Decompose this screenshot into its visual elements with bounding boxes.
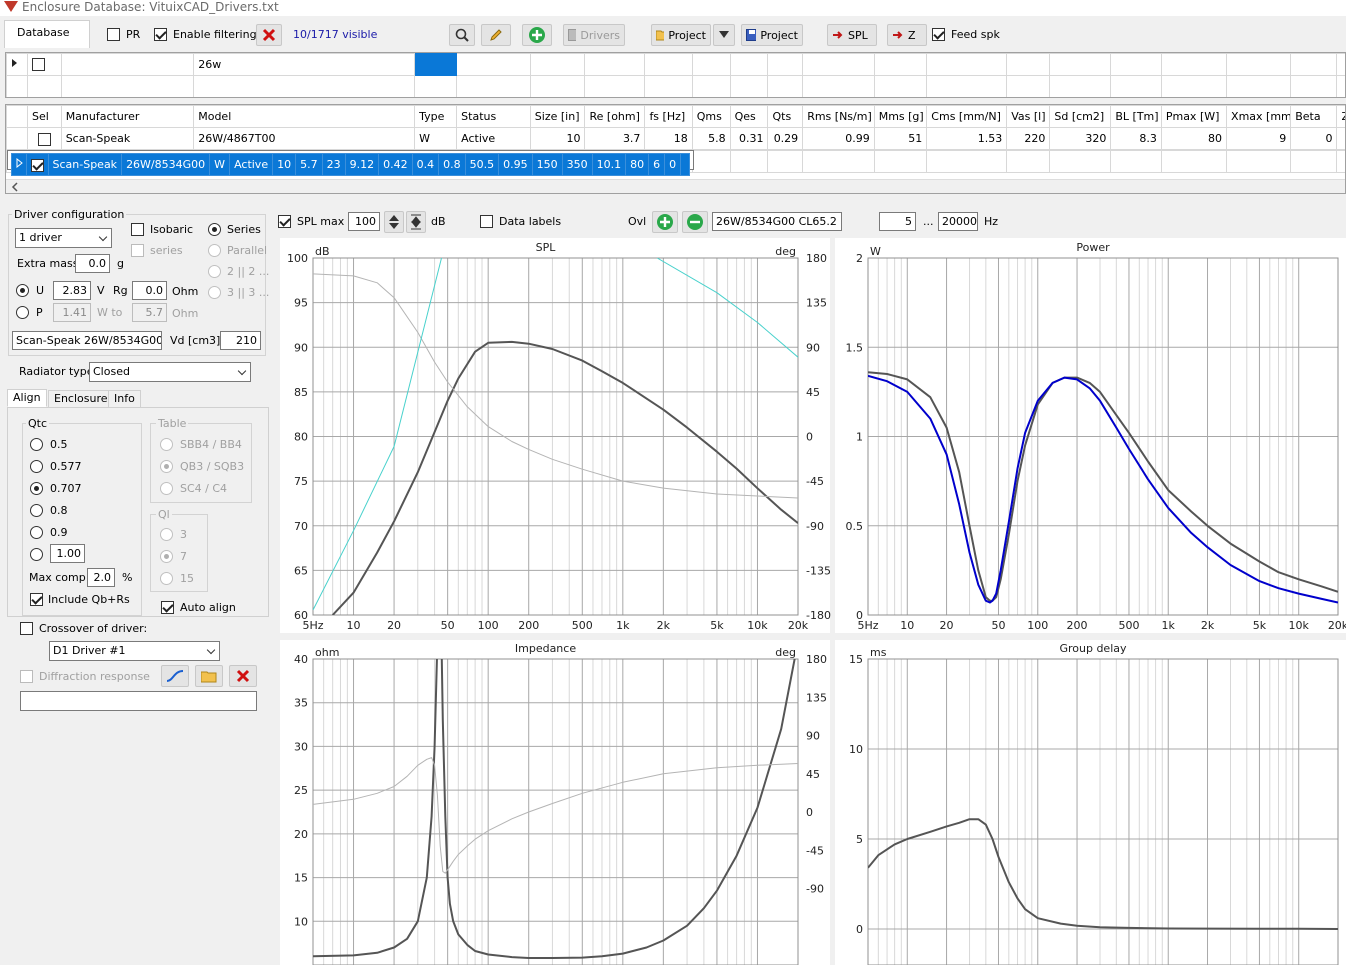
- x-tick-label: 10k: [1289, 619, 1310, 632]
- y2-tick-label: -180: [806, 609, 831, 622]
- y-tick-label: 65: [294, 564, 308, 577]
- y2-tick-label: 90: [806, 730, 820, 743]
- x-tick-label: 20: [940, 619, 954, 632]
- y-tick-label: 15: [294, 872, 308, 885]
- y2-tick-label: -135: [806, 564, 831, 577]
- y-tick-label: 10: [294, 915, 308, 928]
- y-tick-label: 90: [294, 341, 308, 354]
- chart-title: Impedance: [515, 642, 576, 655]
- y2-axis-label: deg: [775, 245, 796, 258]
- x-tick-label: 50: [441, 619, 455, 632]
- y2-tick-label: 90: [806, 341, 820, 354]
- y-tick-label: 5: [856, 833, 863, 846]
- x-tick-label: 10: [347, 619, 361, 632]
- x-tick-label: 20k: [788, 619, 809, 632]
- chart-spl: 100959085807570656018013590450-45-90-135…: [280, 238, 831, 633]
- x-tick-label: 10k: [747, 619, 768, 632]
- x-tick-label: 1k: [1162, 619, 1176, 632]
- y-tick-label: 75: [294, 475, 308, 488]
- y-tick-label: 1.5: [846, 341, 864, 354]
- x-tick-label: 200: [1067, 619, 1088, 632]
- x-tick-label: 500: [572, 619, 593, 632]
- chart-power: 21.510.505Hz 10 20 50 100 200 500 1k 2k 5k 10k 20kP…: [835, 238, 1346, 633]
- y2-tick-label: 45: [806, 386, 820, 399]
- chart-group-delay: 15 10 5 0 Group delay ms: [835, 640, 1346, 965]
- y2-tick-label: 0: [806, 806, 813, 819]
- y2-tick-label: 0: [806, 431, 813, 444]
- y-tick-label: 2: [856, 252, 863, 265]
- y-axis-label: ms: [870, 646, 887, 659]
- x-tick-label: 10: [900, 619, 914, 632]
- x-tick-label: 200: [518, 619, 539, 632]
- y2-tick-label: -90: [806, 520, 824, 533]
- x-tick-label: 2k: [657, 619, 671, 632]
- y2-tick-label: -45: [806, 844, 824, 857]
- x-tick-label: 20: [387, 619, 401, 632]
- x-tick-label: 5Hz: [857, 619, 878, 632]
- x-tick-label: 1k: [616, 619, 630, 632]
- x-tick-label: 20k: [1328, 619, 1346, 632]
- y2-tick-label: 135: [806, 297, 827, 310]
- y-tick-label: 85: [294, 386, 308, 399]
- charts-area: 100959085807570656018013590450-45-90-135…: [280, 238, 1346, 965]
- x-tick-label: 5Hz: [302, 619, 323, 632]
- y-tick-label: 30: [294, 740, 308, 753]
- y-tick-label: 0.5: [846, 520, 864, 533]
- x-tick-label: 50: [991, 619, 1005, 632]
- y2-tick-label: -45: [806, 475, 824, 488]
- y-tick-label: 0: [856, 923, 863, 936]
- y-tick-label: 20: [294, 828, 308, 841]
- y2-tick-label: 135: [806, 691, 827, 704]
- y-axis-label: ohm: [315, 646, 339, 659]
- y-tick-label: 25: [294, 784, 308, 797]
- x-tick-label: 5k: [1253, 619, 1267, 632]
- y2-tick-label: -90: [806, 883, 824, 896]
- y-tick-label: 70: [294, 520, 308, 533]
- y-tick-label: 15: [849, 653, 863, 666]
- y2-tick-label: 180: [806, 252, 827, 265]
- chart-title: Group delay: [1059, 642, 1127, 655]
- y-tick-label: 80: [294, 431, 308, 444]
- y-axis-label: W: [870, 245, 881, 258]
- chart-title: Power: [1076, 241, 1110, 254]
- y-tick-label: 95: [294, 297, 308, 310]
- y2-tick-label: 180: [806, 653, 827, 666]
- chart-title: SPL: [536, 241, 557, 254]
- x-tick-label: 100: [478, 619, 499, 632]
- y-tick-label: 1: [856, 431, 863, 444]
- y-tick-label: 40: [294, 653, 308, 666]
- y2-tick-label: 45: [806, 768, 820, 781]
- y-tick-label: 100: [287, 252, 308, 265]
- x-tick-label: 2k: [1201, 619, 1215, 632]
- y-tick-label: 35: [294, 697, 308, 710]
- x-tick-label: 100: [1027, 619, 1048, 632]
- x-tick-label: 5k: [710, 619, 724, 632]
- x-tick-label: 500: [1118, 619, 1139, 632]
- y-axis-label: dB: [315, 245, 330, 258]
- chart-background: [280, 238, 830, 633]
- y-tick-label: 10: [849, 743, 863, 756]
- y2-axis-label: deg: [775, 646, 796, 659]
